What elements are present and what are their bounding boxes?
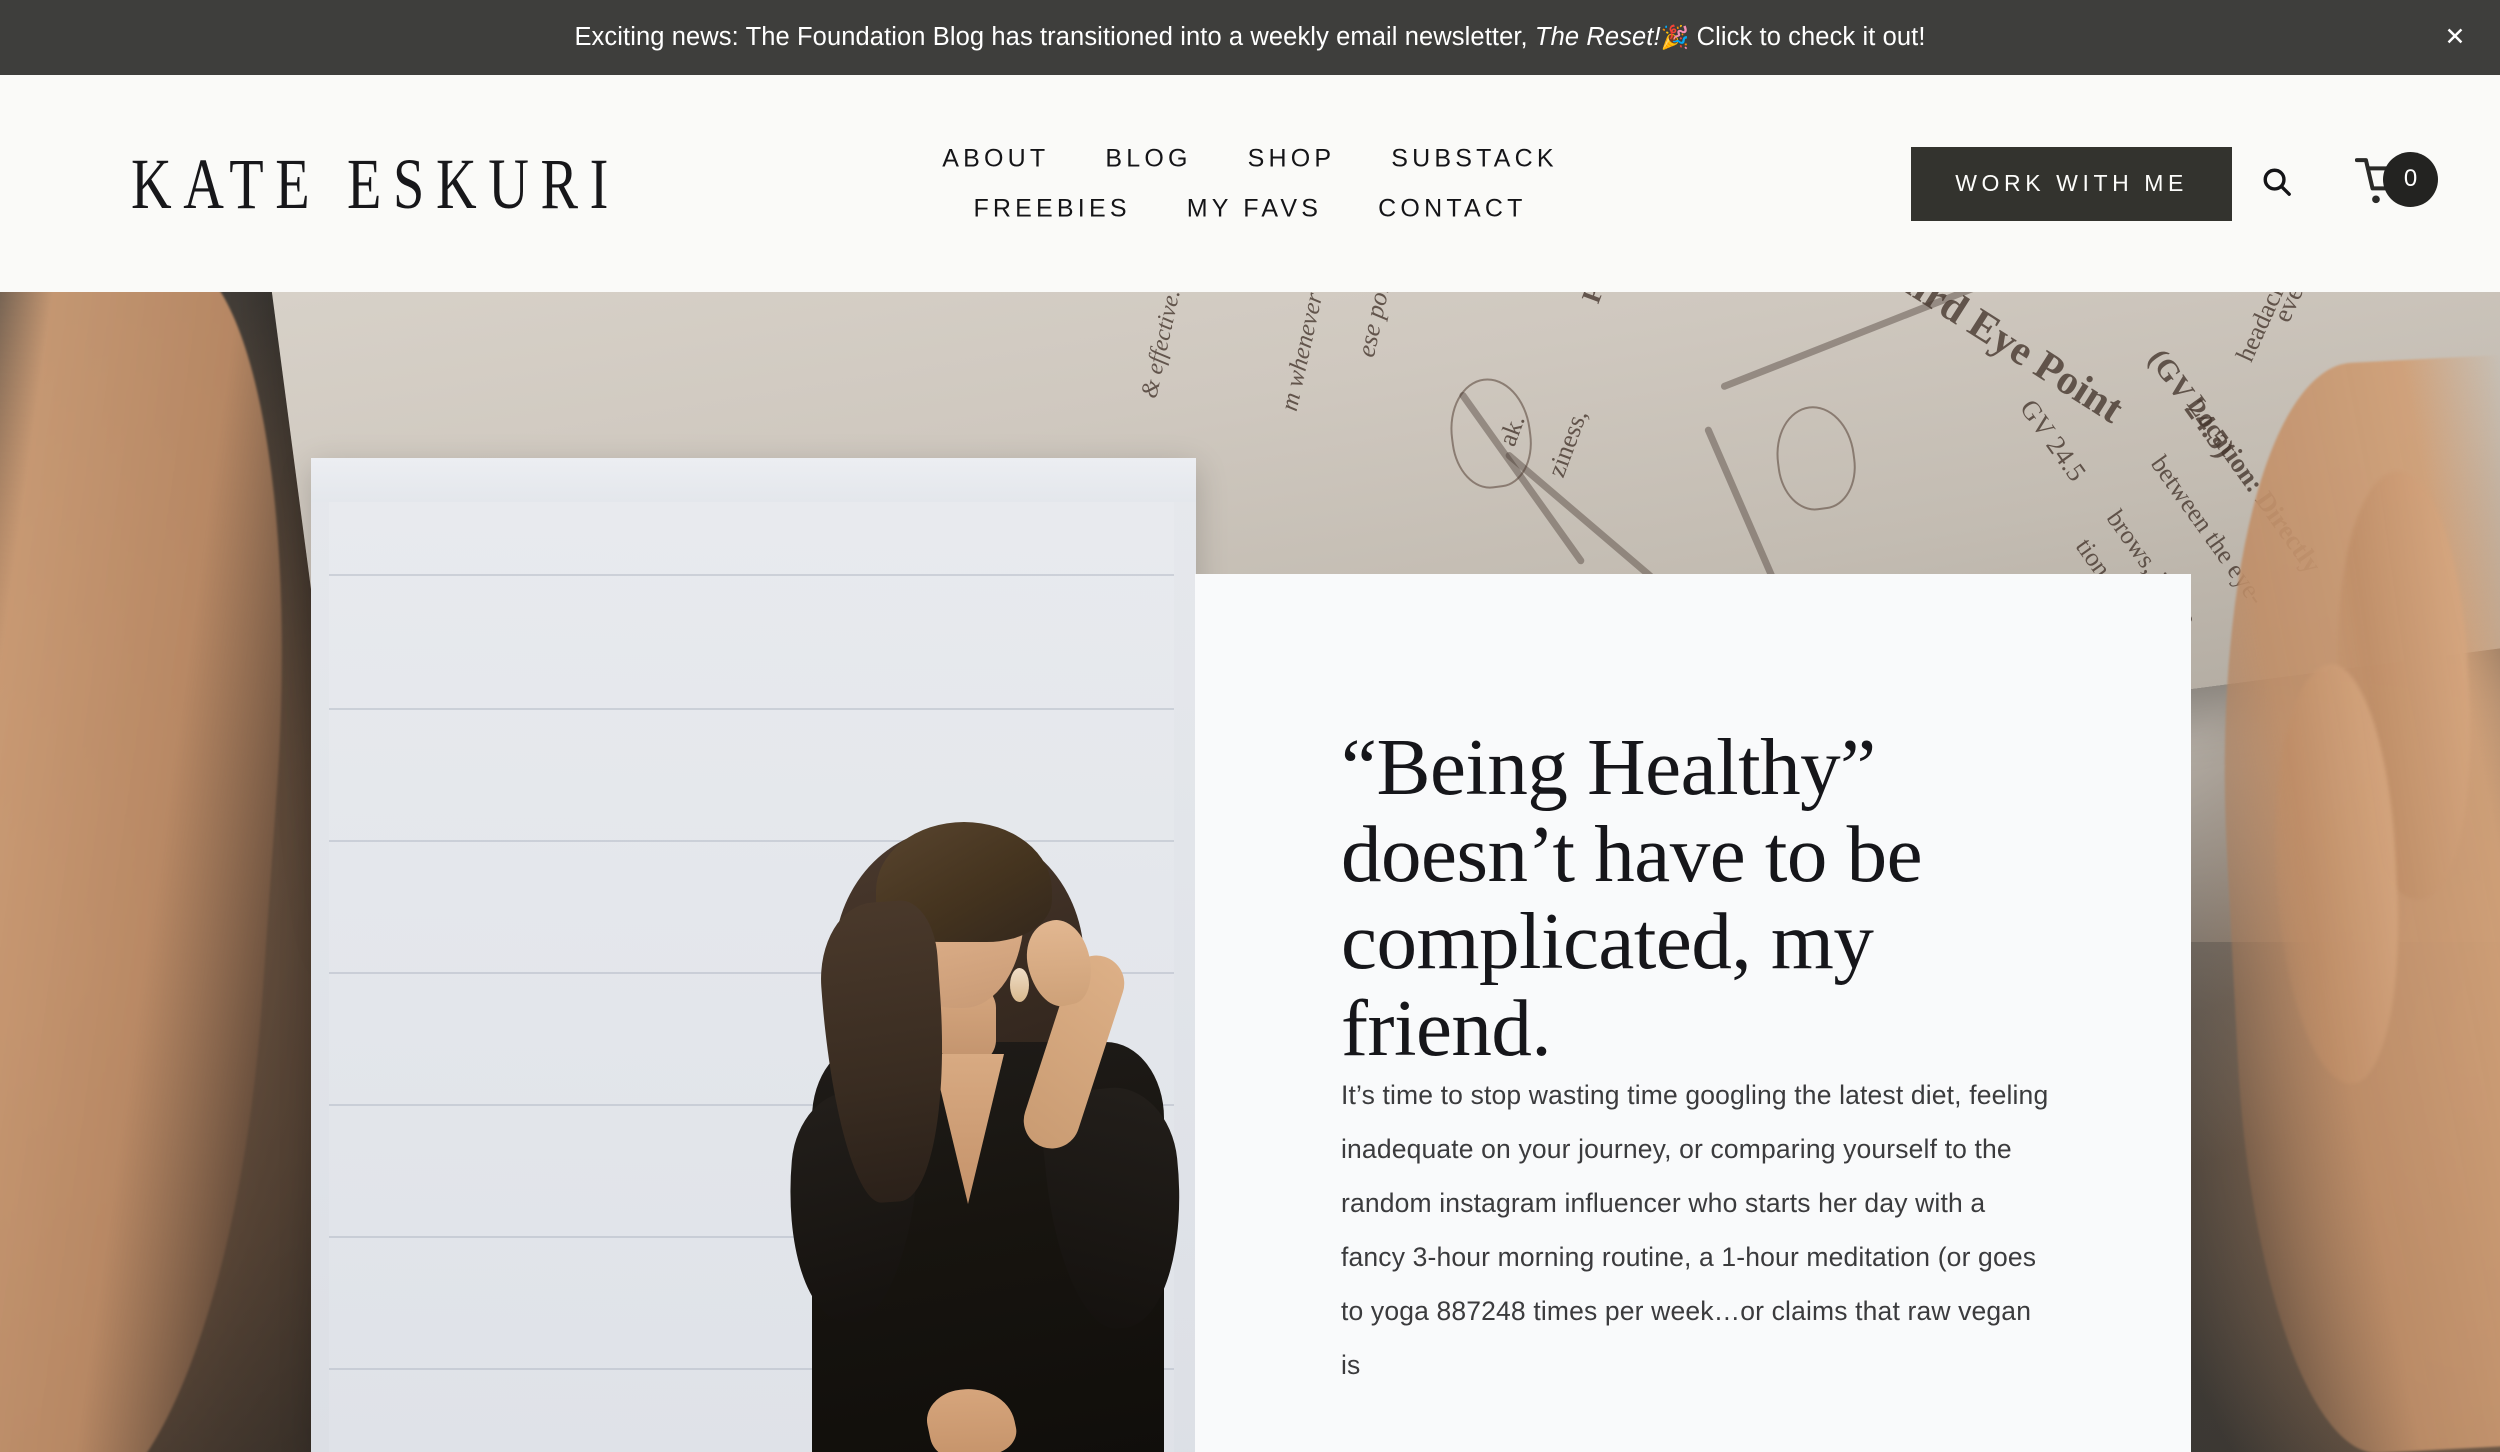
cart-count-badge: 0 — [2383, 151, 2438, 207]
book-text-fragment-i: eves fainting, dizziness, fatigue, — [2268, 292, 2434, 327]
book-text-fragment-f: ziness, — [1541, 405, 1594, 482]
photo-card-frame — [329, 502, 1195, 1452]
work-with-me-button[interactable]: WORK WITH ME — [1911, 146, 2232, 221]
book-text-fragment-c: & effective. — [1136, 292, 1186, 401]
shiplap-line — [329, 708, 1174, 710]
nav-item-substack[interactable]: SUBSTACK — [1363, 133, 1586, 184]
book-text-fragment-b: m whenever you — [1275, 292, 1338, 414]
announcement-bar[interactable]: Exciting news: The Foundation Blog has t… — [0, 0, 2500, 75]
book-diagram-line-4 — [1703, 425, 1782, 594]
nav-item-my-favs[interactable]: MY FAVS — [1159, 184, 1350, 235]
book-text-fragment-e: Pain. — [1576, 292, 1626, 307]
book-anatomy-figure-2 — [1770, 401, 1862, 515]
shiplap-line — [329, 574, 1174, 576]
page-root: Exciting news: The Foundation Blog has t… — [0, 0, 2500, 1452]
earring — [1010, 968, 1029, 1002]
announcement-text[interactable]: Exciting news: The Foundation Blog has t… — [574, 23, 1925, 52]
close-icon[interactable]: ✕ — [2438, 21, 2472, 55]
hero-text-panel: “Being Healthy” doesn’t have to be compl… — [1195, 574, 2191, 1452]
search-icon — [2260, 165, 2294, 202]
nav-item-freebies[interactable]: FREEBIES — [945, 184, 1158, 235]
nav-item-about[interactable]: ABOUT — [914, 133, 1077, 184]
hero-heading: “Being Healthy” doesn’t have to be compl… — [1341, 722, 1923, 1074]
announcement-text-after: Click to check it out! — [1689, 23, 1926, 51]
photo-card-top-strip — [311, 458, 1196, 502]
portrait-woman — [764, 792, 1196, 1452]
book-text-fragment-j: headaches, nausea, and irritability. — [2230, 292, 2406, 366]
site-header: KATE ESKURI ABOUT BLOG SHOP SUBSTACK FRE… — [0, 75, 2500, 292]
announcement-text-before: Exciting news: The Foundation Blog has t… — [574, 23, 1535, 51]
search-button[interactable] — [2232, 147, 2322, 221]
site-logo[interactable]: KATE ESKURI — [131, 147, 620, 220]
book-text-fragment-a: ese points, — [1351, 292, 1404, 360]
hero-photo-card — [311, 458, 1196, 1452]
hero-paragraph: It’s time to stop wasting time googling … — [1341, 1080, 2049, 1381]
hero-section: Palm ese points, m whenever you & effect… — [0, 292, 2500, 1452]
announcement-newsletter-name: The Reset! — [1534, 23, 1661, 51]
nav-item-contact[interactable]: CONTACT — [1350, 184, 1554, 235]
nav-item-blog[interactable]: BLOG — [1077, 133, 1219, 184]
main-navigation: ABOUT BLOG SHOP SUBSTACK FREEBIES MY FAV… — [870, 133, 1630, 234]
cart-button[interactable]: 0 — [2332, 147, 2440, 221]
party-popper-icon: 🎉 — [1660, 24, 1690, 50]
header-actions: WORK WITH ME 0 — [1911, 146, 2440, 221]
nav-item-shop[interactable]: SHOP — [1220, 133, 1364, 184]
